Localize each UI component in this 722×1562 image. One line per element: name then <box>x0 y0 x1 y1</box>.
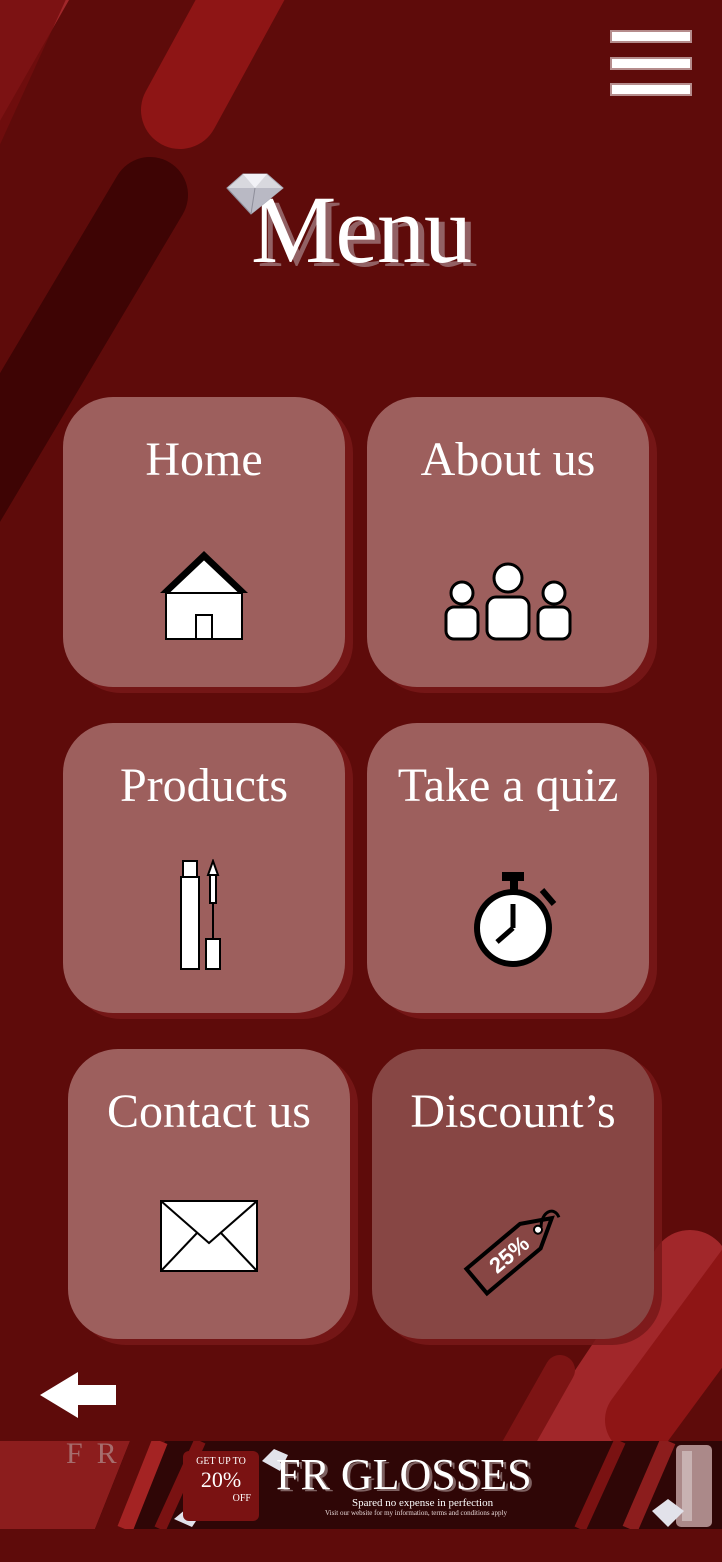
about-us-tile[interactable]: About us <box>367 397 649 687</box>
take-a-quiz-tile[interactable]: Take a quiz <box>367 723 649 1013</box>
title-area: Menu <box>0 170 722 290</box>
bottom-strip <box>0 1529 722 1562</box>
take-a-quiz-label: Take a quiz <box>397 759 619 812</box>
envelope-icon <box>160 1200 258 1272</box>
discounts-tile[interactable]: Discount’s 25% <box>372 1049 654 1339</box>
page-title: Menu <box>226 170 472 290</box>
house-icon <box>160 551 248 640</box>
discounts-label: Discount’s <box>410 1085 616 1138</box>
price-tag-text: 25% <box>484 1231 534 1278</box>
stopwatch-icon <box>474 872 557 967</box>
products-label: Products <box>120 759 288 812</box>
hamburger-icon-bar-2 <box>610 56 692 70</box>
discount-badge: GET UP TO 20% OFF <box>183 1451 259 1521</box>
ad-banner[interactable]: FR GET UP TO 20% OFF FR GLOSSES Spared n… <box>0 1441 722 1529</box>
products-tile[interactable]: Products <box>63 723 345 1013</box>
badge-top-text: GET UP TO <box>196 1456 246 1467</box>
contact-us-label: Contact us <box>107 1085 311 1138</box>
banner-fr-watermark: FR <box>66 1441 131 1470</box>
lipgloss-icon <box>180 859 221 970</box>
banner-tagline: Spared no expense in perfection <box>352 1497 494 1509</box>
back-arrow-icon[interactable] <box>40 1372 118 1418</box>
banner-fine-print: Visit our website for my information, te… <box>325 1509 507 1517</box>
people-icon <box>444 562 572 641</box>
price-tag-icon: 25% <box>463 1209 561 1297</box>
banner-brand: FR GLOSSES <box>276 1450 532 1499</box>
hamburger-icon-bar-3 <box>610 83 692 96</box>
diamond-icon <box>226 173 284 215</box>
home-label: Home <box>145 433 263 486</box>
menu-hamburger-button[interactable] <box>610 30 692 96</box>
home-tile[interactable]: Home <box>63 397 345 687</box>
badge-value: 20% <box>200 1467 242 1492</box>
badge-bottom-text: OFF <box>232 1493 251 1504</box>
about-us-label: About us <box>420 433 596 486</box>
contact-us-tile[interactable]: Contact us <box>68 1049 350 1339</box>
hamburger-icon-bar-1 <box>610 30 692 43</box>
